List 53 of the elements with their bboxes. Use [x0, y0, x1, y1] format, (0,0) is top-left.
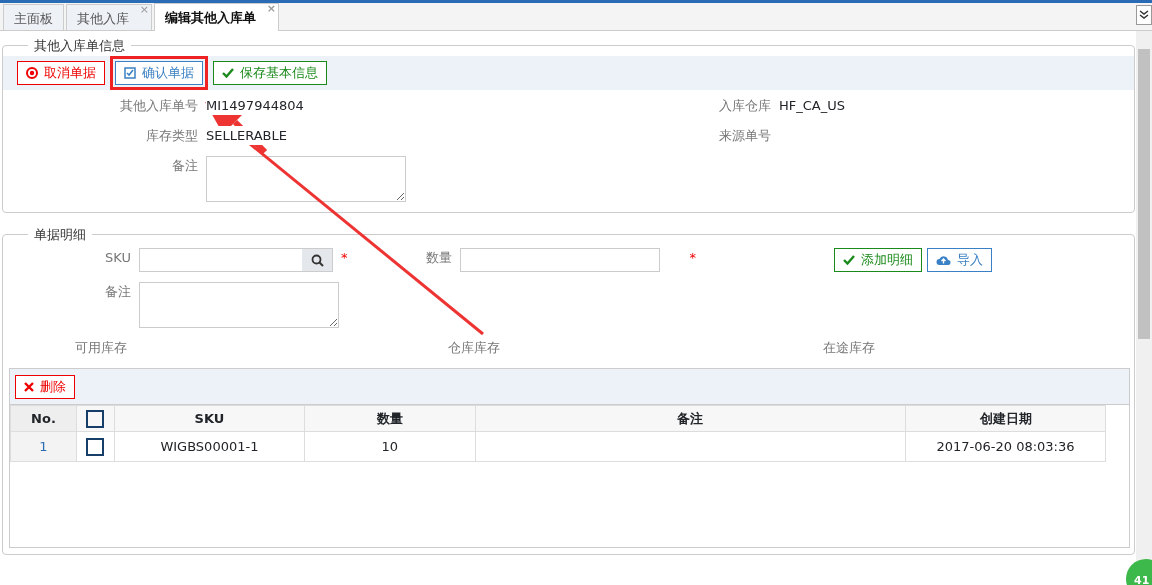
remark-field[interactable]	[206, 155, 406, 202]
stock-label: 仓库库存	[448, 339, 500, 357]
row-checkbox[interactable]	[86, 438, 105, 457]
delete-button[interactable]: 删除	[15, 375, 75, 399]
check-icon	[222, 66, 234, 79]
sku-field[interactable]	[139, 248, 333, 272]
table-cell: 2017-06-20 08:03:36	[905, 431, 1106, 462]
stock-label: 可用库存	[75, 339, 127, 357]
field-label: 其他入库单号	[119, 96, 198, 115]
table-cell: 10	[304, 431, 476, 462]
field-label: SKU	[104, 249, 131, 267]
tab[interactable]: 主面板	[3, 4, 64, 30]
close-icon	[24, 382, 34, 392]
table-cell: WIGBS00001-1	[114, 431, 305, 462]
scrollbar-thumb[interactable]	[1138, 49, 1150, 339]
field-label: 入库仓库	[718, 96, 771, 115]
section-title: 其他入库单信息	[33, 37, 126, 55]
checkbox-icon	[124, 66, 136, 79]
select-all-checkbox[interactable]	[86, 410, 105, 429]
import-button[interactable]: 导入	[927, 248, 992, 272]
stop-icon	[26, 66, 38, 79]
field-label: 库存类型	[145, 126, 198, 145]
close-icon[interactable]: ×	[266, 1, 276, 18]
chevron-icon	[1139, 10, 1149, 20]
column-header[interactable]: 创建日期	[905, 405, 1106, 432]
search-button[interactable]	[302, 249, 332, 271]
row-number: 1	[10, 431, 77, 462]
field-label: 来源单号	[718, 126, 771, 145]
field-label: 备注	[104, 283, 131, 301]
search-icon	[310, 253, 324, 267]
check-icon	[843, 254, 855, 266]
remark-field[interactable]	[139, 282, 339, 328]
column-header[interactable]: No.	[10, 405, 77, 432]
field-label: 备注	[171, 156, 198, 175]
quantity-field[interactable]	[459, 248, 660, 272]
column-header[interactable]: 备注	[475, 405, 906, 432]
tab-menu-button[interactable]	[1136, 5, 1152, 25]
cloud-upload-icon	[936, 254, 951, 266]
stock-label: 在途库存	[823, 339, 875, 357]
close-icon[interactable]: ×	[139, 2, 149, 19]
field-value: SELLERABLE	[206, 125, 287, 145]
column-header[interactable]: SKU	[114, 405, 305, 432]
column-header[interactable]: 数量	[304, 405, 476, 432]
required-mark: *	[341, 249, 348, 267]
cancel-button[interactable]: 取消单据	[17, 60, 105, 85]
field-label: 数量	[424, 249, 452, 267]
required-mark: *	[689, 249, 696, 267]
save-button[interactable]: 保存基本信息	[213, 60, 327, 85]
tab[interactable]: 编辑其他入库单 ×	[154, 3, 279, 31]
notification-badge[interactable]: 41	[1126, 559, 1152, 585]
section-title: 单据明细	[33, 225, 87, 244]
tab[interactable]: 其他入库 ×	[66, 4, 152, 30]
add-detail-button[interactable]: 添加明细	[834, 248, 922, 272]
